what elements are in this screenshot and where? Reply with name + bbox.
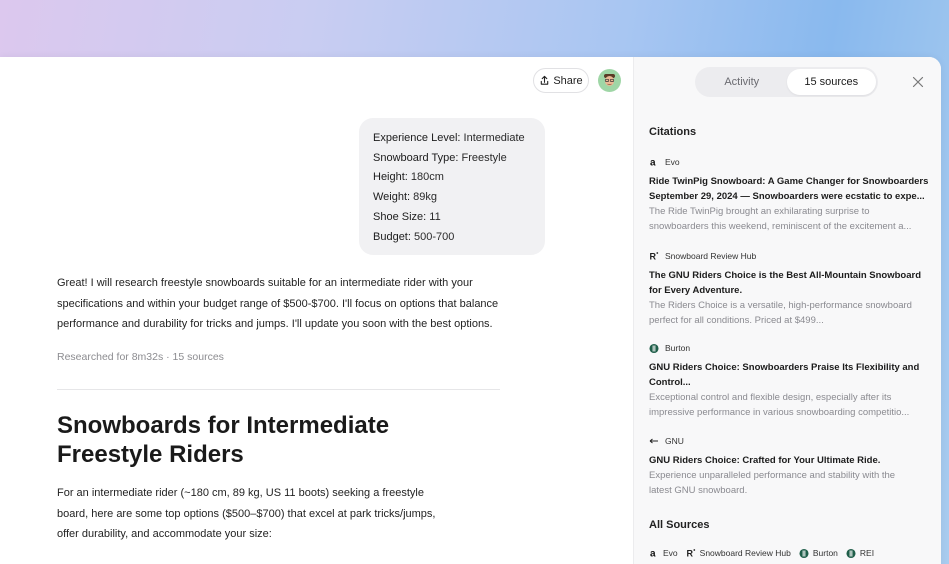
source-chip[interactable]: a Evo bbox=[649, 548, 678, 558]
message-line: Budget: 500-700 bbox=[373, 230, 455, 243]
user-message-bubble: Experience Level: Intermediate Snowboard… bbox=[359, 118, 545, 255]
citations-title: Citations bbox=[649, 126, 697, 138]
source-chip[interactable]: Burton bbox=[799, 548, 838, 558]
research-meta[interactable]: Researched for 8m32s · 15 sources bbox=[57, 351, 224, 363]
burton-logo-icon bbox=[649, 343, 659, 353]
source-chip[interactable]: R Snowboard Review Hub bbox=[686, 548, 791, 558]
svg-text:R: R bbox=[650, 252, 657, 262]
close-button[interactable] bbox=[910, 74, 926, 90]
citation-item[interactable]: R Snowboard Review Hub The GNU Riders Ch… bbox=[649, 250, 929, 328]
message-line: Shoe Size: 11 bbox=[373, 210, 441, 223]
gnu-arrow-icon bbox=[649, 436, 659, 446]
tab-activity[interactable]: Activity bbox=[697, 69, 787, 95]
svg-text:a: a bbox=[650, 158, 656, 168]
r-logo-icon: R bbox=[686, 548, 696, 558]
user-avatar[interactable] bbox=[598, 69, 621, 92]
avatar-face-icon bbox=[604, 74, 615, 86]
r-logo-icon: R bbox=[649, 251, 659, 261]
citation-item[interactable]: Burton GNU Riders Choice: Snowboarders P… bbox=[649, 342, 929, 420]
tab-sources[interactable]: 15 sources bbox=[786, 69, 876, 95]
all-sources-title: All Sources bbox=[649, 519, 710, 531]
assistant-reply: Great! I will research freestyle snowboa… bbox=[57, 277, 499, 330]
share-button[interactable]: Share bbox=[533, 68, 589, 93]
close-icon bbox=[912, 76, 924, 88]
divider bbox=[57, 389, 500, 390]
message-line: Snowboard Type: Freestyle bbox=[373, 151, 507, 164]
message-line: Height: 180cm bbox=[373, 171, 444, 184]
svg-text:R: R bbox=[686, 549, 693, 559]
panel-tabs: Activity 15 sources bbox=[695, 67, 878, 97]
report-heading: Snowboards for Intermediate Freestyle Ri… bbox=[57, 412, 390, 468]
citation-item[interactable]: GNU GNU Riders Choice: Crafted for Your … bbox=[649, 435, 929, 498]
message-line: Weight: 89kg bbox=[373, 191, 438, 204]
amazon-a-icon: a bbox=[649, 548, 659, 559]
share-icon bbox=[541, 75, 549, 85]
chat-main: Share Experience Level: Intermediate Sno… bbox=[0, 57, 633, 564]
burton-logo-icon bbox=[799, 548, 809, 558]
citation-item[interactable]: a Evo Ride TwinPig Snowboard: A Game Cha… bbox=[649, 156, 929, 234]
message-line: Experience Level: Intermediate bbox=[373, 132, 525, 144]
svg-text:a: a bbox=[650, 549, 656, 559]
share-label: Share bbox=[553, 74, 583, 87]
report-intro: For an intermediate rider (~180 cm, 89 k… bbox=[57, 487, 436, 540]
rei-logo-icon bbox=[846, 548, 856, 558]
source-chip[interactable]: REI bbox=[846, 548, 874, 558]
all-sources-row: a Evo R Snowboard Review Hub Burton REI bbox=[649, 548, 877, 558]
amazon-a-icon: a bbox=[649, 157, 659, 168]
